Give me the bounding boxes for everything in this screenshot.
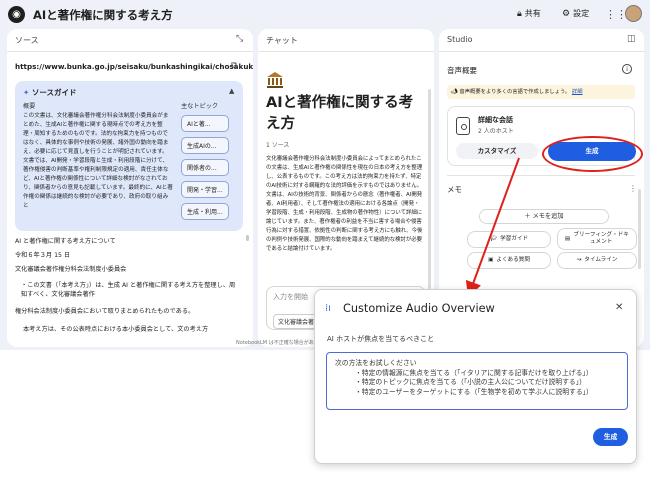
briefing-doc-label: ブリーフィング・ドキュメント — [573, 232, 629, 245]
share-button[interactable]: 🔒︎ 共有 — [517, 8, 541, 19]
textarea-placeholder: 次の方法をお試しください — [335, 359, 417, 367]
source-guide-label: ソースガイド — [31, 88, 77, 97]
source-text-line: AI と著作権に関する考え方について — [15, 238, 116, 245]
chat-input-placeholder: 入力を開始 — [273, 293, 308, 301]
gear-icon: ⚙ — [562, 8, 571, 19]
audio-file-icon — [456, 117, 470, 135]
banner-text: 音声概要をより多くの言語で作成しましょう。 — [459, 89, 571, 95]
lock-icon: 🔒︎ — [517, 8, 522, 19]
avatar[interactable] — [625, 5, 642, 22]
topic-chip[interactable]: 開発・学習... — [181, 181, 229, 198]
source-bullet-text: この文書（「本考え方」）は、生成 AI と著作権に関する考え方を整理し、周知すべ… — [21, 282, 236, 298]
topics-label: 主なトピック — [181, 103, 219, 110]
topic-chip[interactable]: AIと著... — [181, 115, 229, 132]
source-guide-title[interactable]: ✦ ソースガイド — [23, 87, 77, 98]
timeline-icon: ↝ — [576, 257, 582, 263]
chat-panel-title: チャット — [266, 36, 298, 45]
source-count: 1 ソース — [266, 142, 290, 149]
focus-textarea[interactable]: 次の方法をお試しください ・特定の情報源に焦点を当てる（「イタリアに関する記事だ… — [326, 352, 628, 410]
suggestion-item: ・特定の情報源に焦点を当てる（「イタリアに関する記事だけを取り上げる」） — [355, 368, 593, 377]
memo-label: メモ — [447, 185, 462, 194]
source-text-line: 本考え方は、その公表時点における本小委員会として、文の考え方 — [23, 326, 209, 333]
share-label: 共有 — [524, 9, 541, 18]
megaphone-icon: 📣︎ — [451, 89, 458, 95]
topic-chip[interactable]: 関係者の... — [181, 159, 229, 176]
guide-summary: この文書は、文化審議会著作権分科会法制度小委員会がまとめた、生成AIと著作権に関… — [23, 113, 173, 209]
study-guide-label: 学習ガイド — [500, 236, 529, 242]
source-panel: ソース ⤡ https://www.bunka.go.jp/seisaku/bu… — [7, 29, 253, 347]
add-note-button[interactable]: ＋ メモを追加 — [479, 209, 609, 224]
divider — [447, 175, 635, 176]
topic-chips: AIと著... 生成AIの... 関係者の... 開発・学習... 生成・利用.… — [181, 115, 229, 220]
scrollbar[interactable] — [246, 235, 249, 241]
government-building-icon — [267, 72, 283, 88]
more-options-icon[interactable]: ⋮ — [629, 184, 637, 193]
close-icon[interactable]: ✕ — [615, 302, 623, 313]
notebook-title[interactable]: AIと著作権に関する考え方 — [33, 7, 173, 23]
info-icon[interactable]: i — [622, 64, 632, 74]
faq-button[interactable]: ▣ よくある質問 — [467, 252, 551, 269]
annotation-ellipse — [542, 136, 643, 172]
graduation-cap-icon: 🎓︎ — [489, 236, 498, 242]
briefing-doc-button[interactable]: ▤ ブリーフィング・ドキュメント — [557, 228, 637, 250]
chevron-up-icon[interactable]: ▲ — [229, 87, 234, 95]
timeline-button[interactable]: ↝ タイムライン — [557, 252, 637, 269]
settings-button[interactable]: ⚙ 設定 — [562, 8, 589, 19]
faq-label: よくある質問 — [496, 257, 530, 263]
panel-toggle-icon[interactable]: ◫ — [627, 34, 636, 44]
sparkle-icon: ✦ — [23, 88, 30, 97]
source-panel-title: ソース — [15, 36, 39, 45]
document-icon: ▤ — [564, 235, 571, 242]
divider — [7, 51, 253, 52]
settings-label: 設定 — [573, 9, 590, 18]
chat-title: AIと著作権に関する考え方 — [266, 95, 414, 132]
scrollbar[interactable] — [428, 89, 431, 289]
faq-icon: ▣ — [488, 257, 494, 263]
banner-link[interactable]: 詳細 — [572, 89, 583, 95]
source-url: https://www.bunka.go.jp/seisaku/bunkashi… — [15, 62, 253, 71]
source-bullet: ・この文書（「本考え方」）は、生成 AI と著作権に関する考え方を整理し、周知す… — [21, 281, 237, 299]
open-external-icon[interactable]: ⧉ — [231, 61, 237, 71]
source-guide: ✦ ソースガイド ▲ 概要 主なトピック この文書は、文化審議会著作権分科会法制… — [15, 81, 243, 231]
divider — [439, 51, 644, 52]
dialog-title: Customize Audio Overview — [343, 302, 495, 315]
top-bar: ◉ AIと著作権に関する考え方 🔒︎ 共有 ⚙ 設定 ⋮⋮⋮ — [0, 0, 650, 28]
source-text-line: 文化審議会著作権分科会法制度小委員会 — [15, 266, 127, 273]
topic-chip[interactable]: 生成・利用... — [181, 203, 229, 220]
notebooklm-logo-icon[interactable]: ◉ — [8, 6, 25, 23]
dialog-generate-button[interactable]: 生成 — [593, 428, 628, 446]
timeline-label: タイムライン — [584, 257, 618, 263]
summary-label: 概要 — [23, 103, 36, 110]
study-guide-button[interactable]: 🎓︎ 学習ガイド — [467, 231, 551, 248]
audio-overview-label: 音声概要 — [447, 66, 477, 75]
topic-chip[interactable]: 生成AIの... — [181, 137, 229, 154]
card-title: 詳細な会話 — [478, 116, 513, 124]
divider — [258, 51, 434, 52]
collapse-panel-icon[interactable]: ⤡ — [236, 34, 243, 44]
customize-button[interactable]: カスタマイズ — [456, 143, 538, 159]
language-banner: 📣︎ 音声概要をより多くの言語で作成しましょう。 詳細 — [447, 85, 635, 99]
suggestion-item: ・特定のトピックに焦点を当てる（「小説の主人公についてだけ説明する」） — [355, 378, 586, 386]
focus-label: AI ホストが焦点を当てるべきこと — [327, 335, 435, 343]
customize-audio-dialog: ⁞ı Customize Audio Overview ✕ AI ホストが焦点を… — [314, 289, 637, 464]
suggestion-item: ・特定のユーザーをターゲットにする（「生物学を初めて学ぶ人に説明する」） — [355, 387, 593, 396]
card-subtitle: 2 人のホスト — [478, 128, 514, 135]
source-text-line: 権分科会法制度小委員会において取りまとめられたものである。 — [15, 308, 195, 315]
audio-spark-icon: ⁞ı — [325, 303, 331, 314]
scrollbar[interactable] — [638, 189, 641, 269]
source-text-line: 令和６年３月 15 日 — [15, 252, 71, 259]
chat-summary: 文化審議会著作権分科会法制度小委員会によってまとめられたこの文書は、生成AIと著… — [266, 156, 423, 252]
studio-panel-title: Studio — [447, 35, 473, 44]
